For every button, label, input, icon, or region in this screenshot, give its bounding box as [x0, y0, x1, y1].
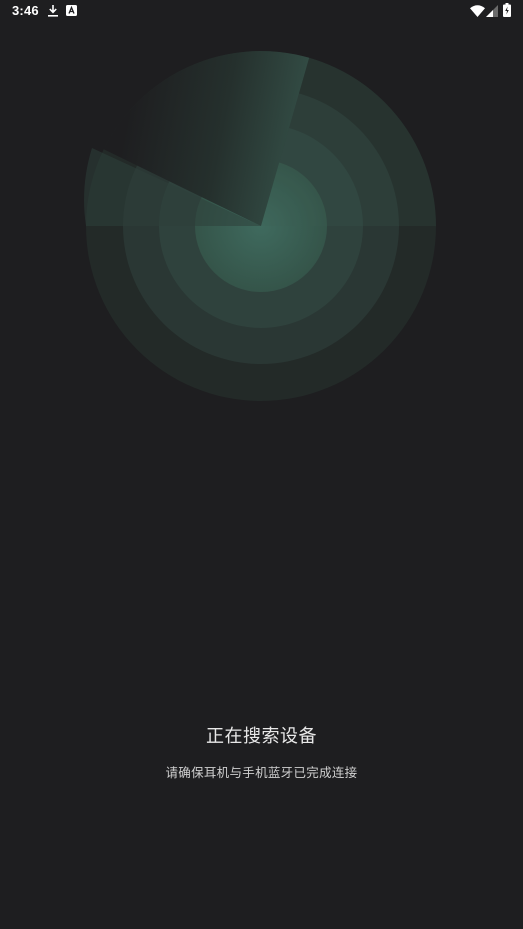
searching-title: 正在搜索设备 [206, 726, 317, 747]
radar-scanner [84, 51, 436, 401]
bluetooth-hint: 请确保耳机与手机蓝牙已完成连接 [165, 765, 358, 780]
